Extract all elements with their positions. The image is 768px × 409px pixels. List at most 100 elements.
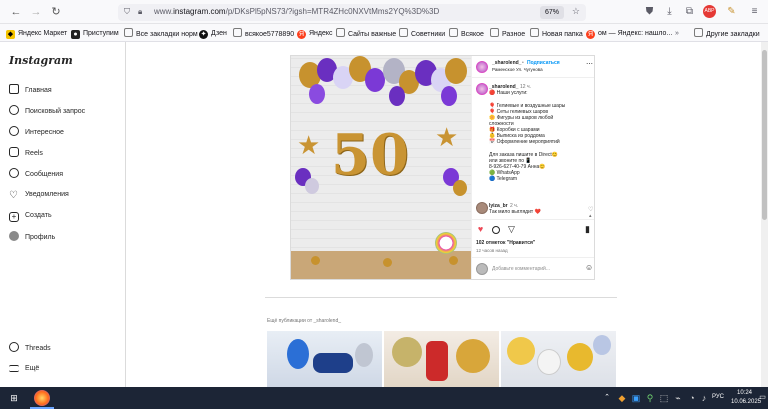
reload-icon[interactable]: ↻ <box>48 4 64 20</box>
bookmark-item[interactable]: ◆ Яндекс Маркет <box>6 28 67 39</box>
caption-avatar[interactable] <box>476 83 488 95</box>
folder-icon <box>530 28 539 37</box>
bookmark-folder[interactable]: Новая папка <box>530 28 583 39</box>
gold-star-balloon: ★ <box>297 130 321 160</box>
sidebar-item-notifications[interactable]: ♡ Уведомления <box>9 189 69 201</box>
notifications-icon[interactable]: ▭ <box>758 392 767 404</box>
follow-button[interactable]: Подписаться <box>527 60 560 66</box>
wifi-icon[interactable]: ◔ <box>686 392 698 404</box>
windows-start-icon[interactable]: ⊞ <box>8 392 20 404</box>
language-indicator[interactable]: РУС <box>712 394 724 400</box>
sidebar-item-search[interactable]: Поисковый запрос <box>9 105 85 117</box>
balloon <box>313 353 353 373</box>
tray-app-icon[interactable]: ▣ <box>630 392 642 404</box>
balloon <box>507 337 535 365</box>
post-photo[interactable]: ★ ★ 50 <box>291 56 471 279</box>
bookmark-folder[interactable]: Сайты важные <box>336 28 396 39</box>
bookmark-folder[interactable]: Советники <box>399 28 445 39</box>
back-icon[interactable]: ← <box>8 4 24 20</box>
bookmark-folder[interactable]: всякое5778890 <box>233 28 294 39</box>
bookmark-item[interactable]: ✦ Дзен <box>199 28 227 39</box>
like-heart-icon[interactable]: ♥ <box>476 225 485 234</box>
more-options-icon[interactable]: ⋯ <box>586 61 593 68</box>
menu-icon[interactable]: ≡ <box>748 5 761 18</box>
address-bar[interactable]: ⛉ 🔒︎ www.instagram.com/p/DKsPl5pNS73/?ig… <box>118 4 586 21</box>
search-icon <box>9 105 19 115</box>
sidebar-item-messages[interactable]: Сообщения <box>9 168 63 180</box>
scrollbar-thumb[interactable] <box>762 50 767 220</box>
bookmark-folder[interactable]: Разное <box>490 28 525 39</box>
emoji-icon[interactable]: ☺ <box>585 264 593 272</box>
comment-icon[interactable] <box>492 226 500 234</box>
bookmark-folder[interactable]: Все закладки норм <box>124 28 198 39</box>
post-actions: ♥ ▽ ▮ 102 отметок "Нравится" 12 часов на… <box>472 219 594 257</box>
post-thumbnail[interactable] <box>267 331 382 387</box>
post-thumbnail[interactable] <box>501 331 616 387</box>
balloon <box>389 86 405 106</box>
sidebar-item-reels[interactable]: Reels <box>9 147 43 159</box>
addon-icon[interactable]: ✎ <box>725 5 738 18</box>
extensions-icon[interactable]: ⧉ <box>683 5 696 18</box>
folder-icon <box>694 28 703 37</box>
tray-chevron-icon[interactable]: ⌃ <box>601 392 613 404</box>
gold-star-balloon: ★ <box>435 122 459 152</box>
firefox-taskbar-icon[interactable] <box>34 390 50 406</box>
bookmark-folder[interactable]: Другие закладки <box>694 28 760 39</box>
tray-app-icon[interactable]: ◆ <box>616 392 628 404</box>
likes-count[interactable]: 102 отметок "Нравится" <box>476 240 535 246</box>
bookmarks-overflow-icon[interactable]: » <box>675 28 679 39</box>
share-icon[interactable]: ▽ <box>507 225 516 234</box>
post-thumbnail[interactable] <box>384 331 499 387</box>
balloon-weight <box>311 256 320 265</box>
home-icon <box>9 84 19 94</box>
forward-icon[interactable]: → <box>28 4 44 20</box>
folder-icon <box>233 28 242 37</box>
balloon <box>456 339 490 373</box>
pocket-icon[interactable]: ⛊ <box>643 5 656 18</box>
sidebar-item-profile[interactable]: Профиль <box>9 231 55 243</box>
lock-icon[interactable]: 🔒︎ <box>138 7 142 17</box>
tray-app-icon[interactable]: ⚲ <box>644 392 656 404</box>
separator-dot: • <box>522 60 524 66</box>
author-username[interactable]: _sharolend_ <box>492 60 521 66</box>
sidebar-item-threads[interactable]: Threads <box>9 342 51 354</box>
bookmark-item[interactable]: Я Яндекс <box>297 28 333 39</box>
adblock-icon[interactable]: ABP <box>703 5 716 18</box>
post-location[interactable]: Раменское Ул. Чугунова <box>492 67 543 73</box>
zoom-badge[interactable]: 67% <box>539 6 564 19</box>
commenter-avatar[interactable] <box>476 202 488 214</box>
bookmark-item[interactable]: ● Приступим <box>71 28 119 39</box>
tray-app-icon[interactable]: ⬚ <box>658 392 670 404</box>
sidebar-item-explore[interactable]: Интересное <box>9 126 64 138</box>
balloon <box>441 86 457 106</box>
ig-sidebar: Instagram Главная Поисковый запрос Интер… <box>0 42 126 387</box>
save-bookmark-icon[interactable]: ▮ <box>583 225 592 234</box>
network-icon[interactable]: ⌁ <box>672 392 684 404</box>
menu-icon <box>9 365 19 372</box>
clock-date[interactable]: 10.06.2025 <box>731 399 761 405</box>
bookmark-folder[interactable]: Всякое <box>449 28 484 39</box>
balloon <box>445 58 467 84</box>
post-modal: ★ ★ 50 _sharolend_ • Подписаться Раменск… <box>290 55 595 280</box>
sidebar-item-home[interactable]: Главная <box>9 84 52 96</box>
balloon <box>309 84 325 104</box>
url-text[interactable]: www.instagram.com/p/DKsPl5pNS73/?igsh=MT… <box>154 7 439 16</box>
windows-taskbar: ⊞ ⌃ ◆ ▣ ⚲ ⬚ ⌁ ◔ ♪ РУС 10:24 10.06.2025 ▭ <box>0 387 768 409</box>
browser-toolbar: ← → ↻ ⛉ 🔒︎ www.instagram.com/p/DKsPl5pNS… <box>0 0 768 24</box>
post-header: _sharolend_ • Подписаться Раменское Ул. … <box>472 56 594 78</box>
comment-text: Так мило выглядит ❤️ <box>489 209 541 215</box>
author-avatar[interactable] <box>476 61 488 73</box>
balloon <box>355 343 373 367</box>
sidebar-item-more[interactable]: Ещё <box>9 363 39 375</box>
ig-main: ★ ★ 50 _sharolend_ • Подписаться Раменск… <box>127 42 768 387</box>
bookmark-star-icon[interactable]: ☆ <box>572 6 580 17</box>
clock-time[interactable]: 10:24 <box>737 390 752 396</box>
instagram-logo[interactable]: Instagram <box>9 54 73 67</box>
yandex-icon: Я <box>586 30 595 39</box>
sidebar-item-create[interactable]: + Создать <box>9 210 52 222</box>
comment-input[interactable]: Добавьте комментарий... <box>492 266 550 272</box>
bookmark-item[interactable]: Яом — Яндекс: нашло... <box>586 28 672 39</box>
volume-icon[interactable]: ♪ <box>698 392 710 404</box>
shield-icon[interactable]: ⛉ <box>124 7 130 17</box>
downloads-icon[interactable]: ⤓ <box>663 5 676 18</box>
